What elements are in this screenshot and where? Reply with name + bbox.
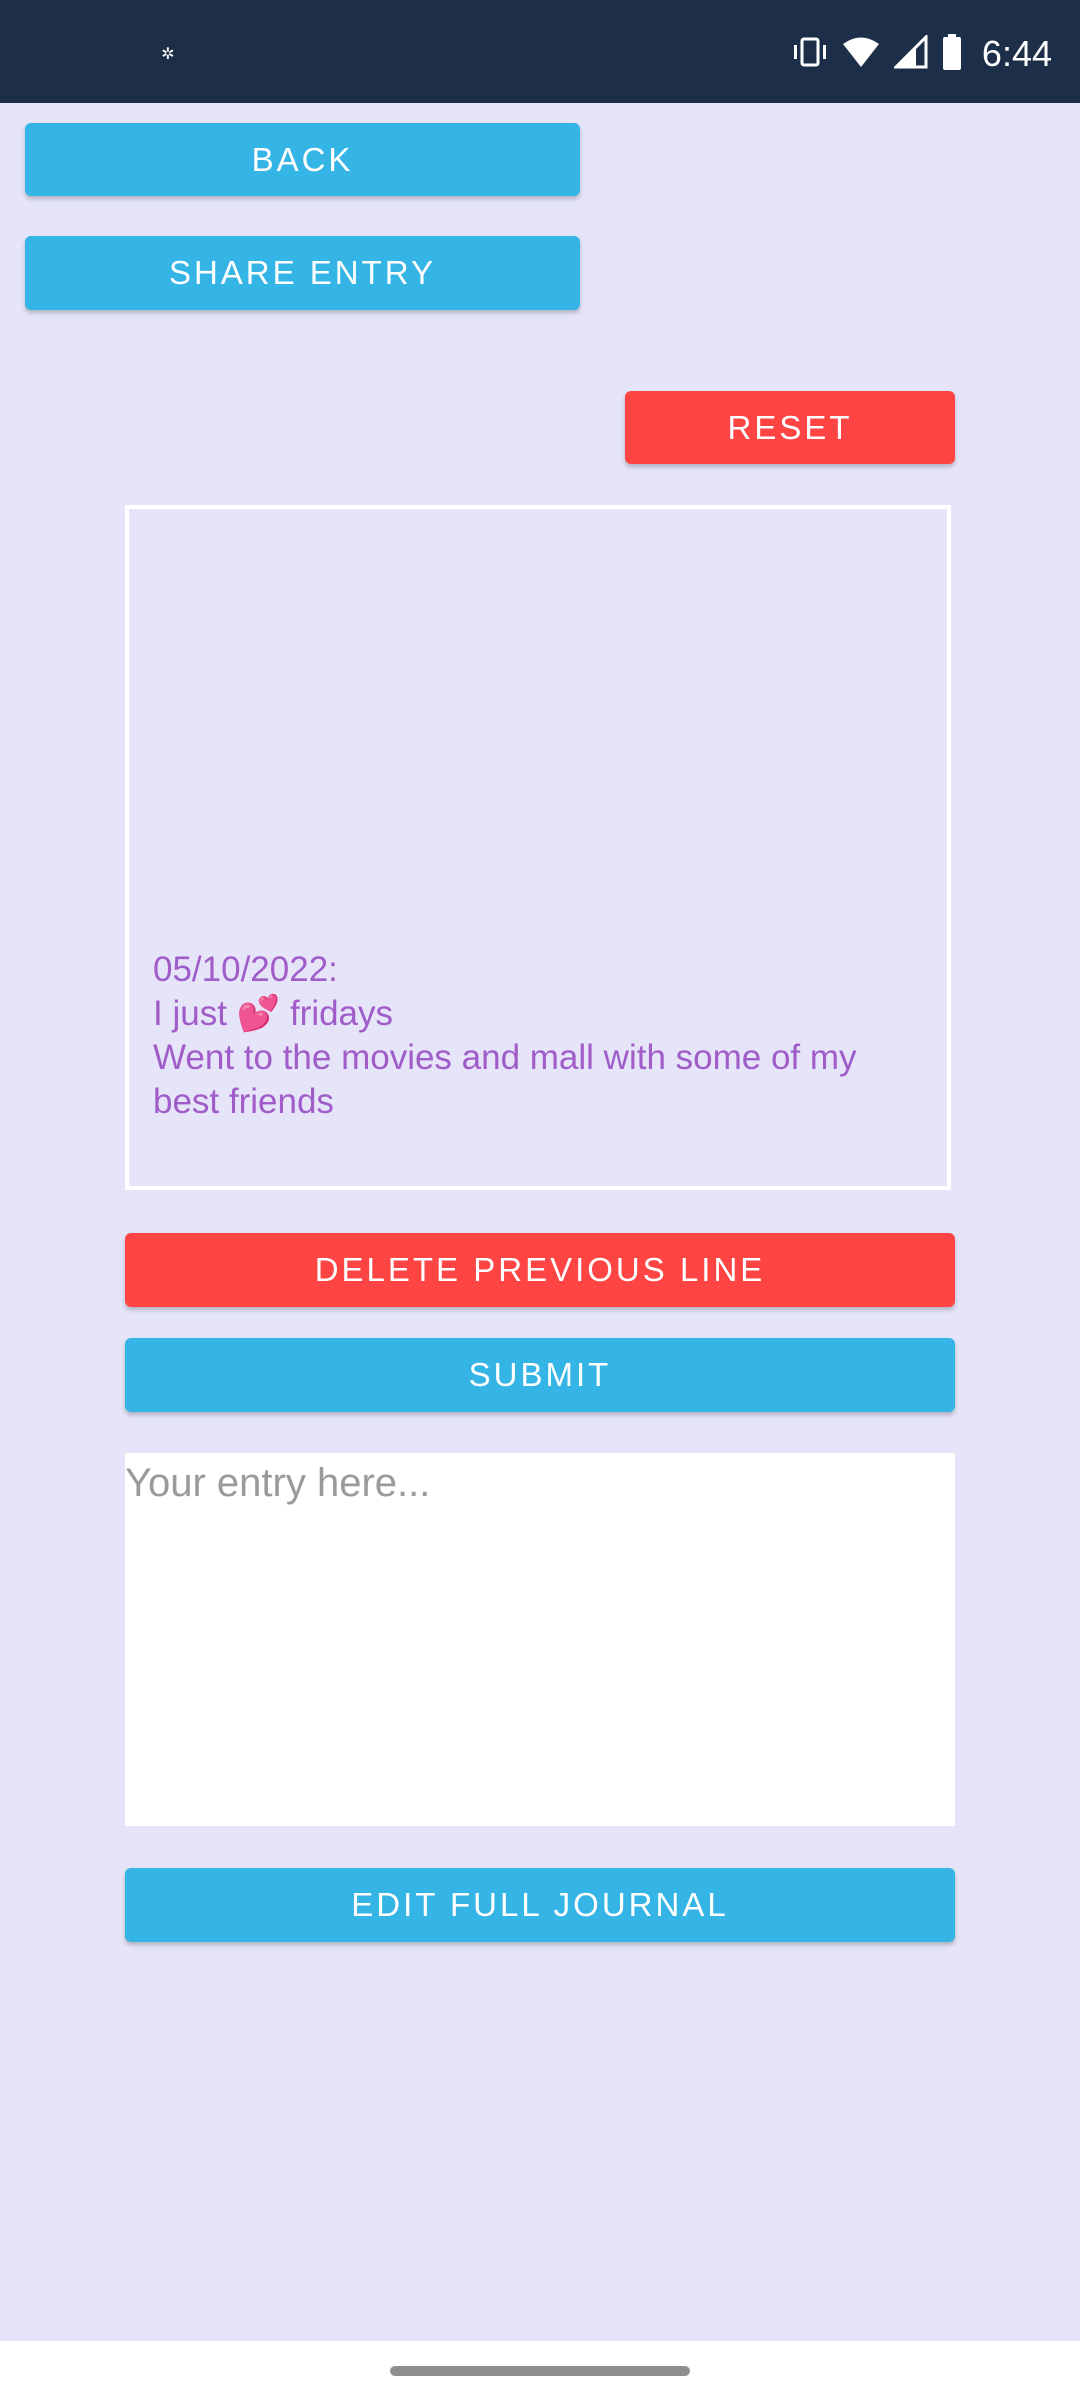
battery-icon (942, 33, 962, 75)
share-entry-button[interactable]: Share Entry (25, 236, 580, 310)
journal-line: I just 💕 fridays (153, 994, 394, 1033)
submit-button[interactable]: Submit (125, 1338, 955, 1412)
home-gesture-handle[interactable] (390, 2366, 690, 2376)
navigation-bar (0, 2341, 1080, 2400)
journal-display: 05/10/2022: I just 💕 fridays Went to the… (125, 505, 951, 1190)
reset-button[interactable]: Reset (625, 391, 955, 464)
journal-line: Went to the movies and mall with some of… (153, 1038, 857, 1121)
back-button[interactable]: Back (25, 123, 580, 196)
entry-input[interactable] (125, 1453, 955, 1826)
status-icons: 6:44 (792, 32, 1052, 75)
notification-icon: ✲ (161, 46, 175, 63)
wifi-icon (842, 35, 880, 74)
vibrate-icon (792, 34, 828, 75)
status-time: 6:44 (981, 33, 1052, 74)
delete-previous-line-button[interactable]: Delete Previous Line (125, 1233, 955, 1307)
status-bar: ✲ 6:44 (0, 0, 1080, 103)
signal-icon (892, 32, 928, 74)
edit-full-journal-button[interactable]: Edit Full Journal (125, 1868, 955, 1942)
journal-line-date: 05/10/2022: (153, 950, 338, 989)
